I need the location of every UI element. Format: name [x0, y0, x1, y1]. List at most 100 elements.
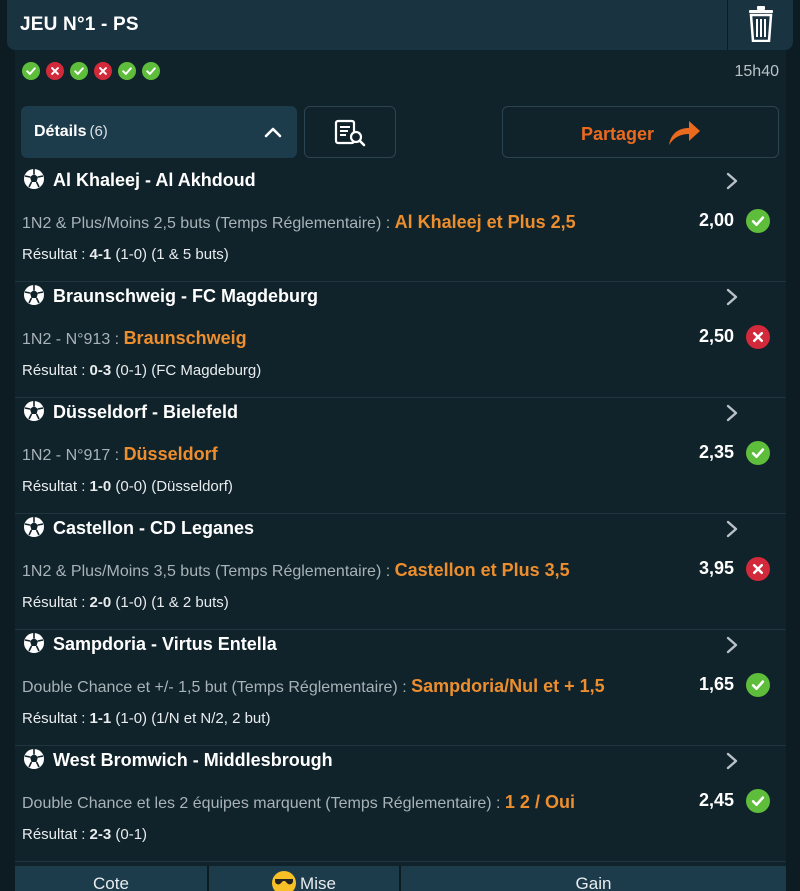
bet-description: 1N2 - N°917 : Düsseldorf: [22, 444, 218, 465]
soccer-ball-icon: [24, 285, 44, 305]
footer-mise: Mise: [209, 866, 401, 891]
bet-description: 1N2 & Plus/Moins 3,5 buts (Temps Régleme…: [22, 560, 570, 581]
receipt-search-icon: [334, 119, 366, 147]
soccer-ball-icon: [24, 401, 44, 421]
footer-cote: Cote: [15, 866, 209, 891]
result-label: Résultat :: [22, 710, 90, 727]
receipt-search-button[interactable]: [304, 106, 396, 158]
footer-gain: Gain: [401, 866, 786, 891]
match-row[interactable]: West Bromwich - Middlesbrough Double Chan…: [15, 746, 786, 862]
chevron-right-icon[interactable]: [725, 752, 739, 770]
result-label: Résultat :: [22, 362, 90, 379]
gain-label: Gain: [575, 874, 612, 891]
match-result: Résultat : 2-3 (0-1): [22, 826, 147, 843]
trash-icon[interactable]: [747, 6, 775, 42]
bet-odds: 2,45: [699, 790, 735, 810]
match-result: Résultat : 0-3 (0-1) (FC Magdeburg): [22, 362, 261, 379]
result-detail: (0-1) (FC Magdeburg): [111, 362, 262, 379]
result-score: 0-3: [89, 362, 112, 379]
ticket-time: 15h40: [734, 63, 780, 80]
share-button[interactable]: Partager: [502, 106, 779, 158]
chevron-right-icon[interactable]: [725, 172, 739, 190]
result-score: 2-0: [89, 594, 112, 611]
header-divider: [727, 0, 728, 50]
bet-type: Double Chance et +/- 1,5 but (Temps Régl…: [22, 679, 412, 696]
bet-odds: 2,00: [699, 210, 735, 230]
result-score: 1-1: [89, 710, 112, 727]
bet-selection: Braunschweig: [123, 328, 247, 348]
bet-description: Double Chance et les 2 équipes marquent …: [22, 792, 575, 813]
bet-odds: 2,35: [699, 442, 735, 462]
match-result: Résultat : 1-1 (1-0) (1/N et N/2, 2 but): [22, 710, 270, 727]
bet-description: 1N2 - N°913 : Braunschweig: [22, 328, 247, 349]
soccer-ball-icon: [24, 517, 44, 537]
match-title[interactable]: Braunschweig - FC Magdeburg: [53, 286, 318, 307]
result-label: Résultat :: [22, 594, 90, 611]
win-check-icon: [746, 789, 770, 813]
bet-selection: Sampdoria/Nul et + 1,5: [411, 676, 605, 696]
match-title[interactable]: Sampdoria - Virtus Entella: [53, 634, 277, 655]
result-score: 2-3: [89, 826, 112, 843]
match-row[interactable]: Castellon - CD Leganes 1N2 & Plus/Moins 3…: [15, 514, 786, 630]
soccer-ball-icon: [24, 633, 44, 653]
result-score: 1-0: [89, 478, 112, 495]
share-label: Partager: [581, 124, 655, 144]
result-detail: (0-0) (Düsseldorf): [111, 478, 233, 495]
bet-selection: 1 2 / Oui: [504, 792, 575, 812]
win-check-icon: [70, 62, 88, 80]
chevron-up-icon: [264, 127, 282, 138]
result-label: Résultat :: [22, 246, 90, 263]
match-title[interactable]: West Bromwich - Middlesbrough: [53, 750, 333, 771]
bet-type: Double Chance et les 2 équipes marquent …: [22, 795, 505, 812]
chevron-right-icon[interactable]: [725, 288, 739, 306]
chevron-right-icon[interactable]: [725, 636, 739, 654]
soccer-ball-icon: [24, 749, 44, 769]
details-count: (6): [89, 123, 108, 140]
win-check-icon: [22, 62, 40, 80]
ticket-footer: Cote Mise Gain: [15, 866, 786, 891]
win-check-icon: [118, 62, 136, 80]
mise-label: Mise: [300, 874, 336, 891]
bet-selection: Castellon et Plus 3,5: [394, 560, 570, 580]
result-detail: (1-0) (1 & 2 buts): [111, 594, 229, 611]
win-check-icon: [746, 441, 770, 465]
win-check-icon: [746, 209, 770, 233]
match-title[interactable]: Castellon - CD Leganes: [53, 518, 254, 539]
share-arrow-icon: [669, 121, 700, 145]
sunglasses-emoji-icon: [272, 871, 297, 891]
bet-odds: 1,65: [699, 674, 735, 694]
match-result: Résultat : 4-1 (1-0) (1 & 5 buts): [22, 246, 229, 263]
details-toggle-button[interactable]: Détails (6): [21, 106, 297, 158]
bet-description: 1N2 & Plus/Moins 2,5 buts (Temps Régleme…: [22, 212, 576, 233]
match-row[interactable]: Düsseldorf - Bielefeld 1N2 - N°917 : Düss…: [15, 398, 786, 514]
bet-odds: 3,95: [699, 558, 735, 578]
ticket-title: JEU N°1 - PS: [20, 14, 139, 35]
match-result: Résultat : 1-0 (0-0) (Düsseldorf): [22, 478, 233, 495]
match-title[interactable]: Düsseldorf - Bielefeld: [53, 402, 238, 423]
details-label: Détails: [34, 123, 87, 140]
result-label: Résultat :: [22, 826, 90, 843]
loss-cross-icon: [46, 62, 64, 80]
result-detail: (1-0) (1/N et N/2, 2 but): [111, 710, 271, 727]
loss-cross-icon: [94, 62, 112, 80]
result-detail: (1-0) (1 & 5 buts): [111, 246, 229, 263]
chevron-right-icon[interactable]: [725, 404, 739, 422]
ticket-header: JEU N°1 - PS: [7, 0, 793, 50]
bet-odds: 2,50: [699, 326, 735, 346]
bet-type: 1N2 & Plus/Moins 3,5 buts (Temps Régleme…: [22, 563, 395, 580]
result-score: 4-1: [89, 246, 112, 263]
match-row[interactable]: Braunschweig - FC Magdeburg 1N2 - N°913 :…: [15, 282, 786, 398]
bet-type: 1N2 - N°913 :: [22, 331, 124, 348]
match-row[interactable]: Al Khaleej - Al Akhdoud 1N2 & Plus/Moins …: [15, 166, 786, 282]
win-check-icon: [746, 673, 770, 697]
match-row[interactable]: Sampdoria - Virtus Entella Double Chance …: [15, 630, 786, 746]
bet-type: 1N2 & Plus/Moins 2,5 buts (Temps Régleme…: [22, 215, 395, 232]
match-title[interactable]: Al Khaleej - Al Akhdoud: [53, 170, 256, 191]
result-label: Résultat :: [22, 478, 90, 495]
bet-description: Double Chance et +/- 1,5 but (Temps Régl…: [22, 676, 605, 697]
bet-type: 1N2 - N°917 :: [22, 447, 124, 464]
bet-selection: Al Khaleej et Plus 2,5: [394, 212, 576, 232]
cote-label: Cote: [93, 874, 129, 891]
chevron-right-icon[interactable]: [725, 520, 739, 538]
loss-cross-icon: [746, 325, 770, 349]
